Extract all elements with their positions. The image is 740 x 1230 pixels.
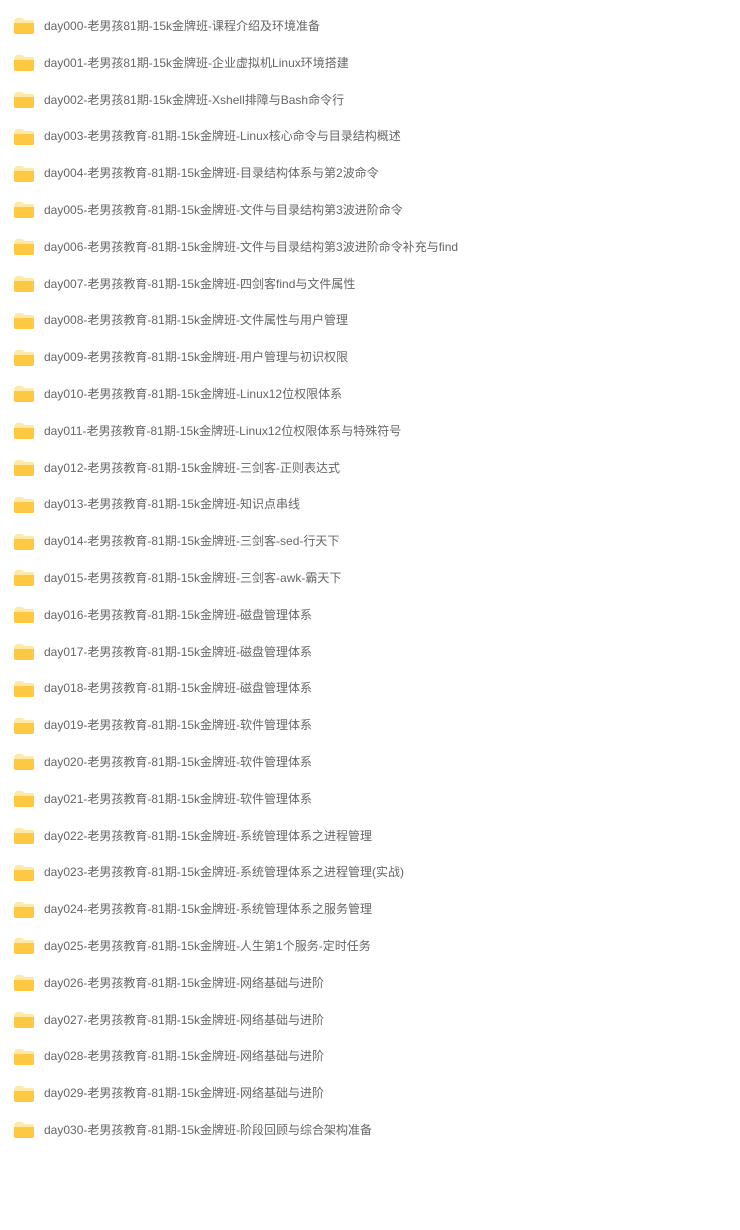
folder-icon [14,865,34,881]
folder-icon [14,828,34,844]
folder-icon [14,313,34,329]
folder-list: day000-老男孩81期-15k金牌班-课程介绍及环境准备 day001-老男孩… [0,8,740,1149]
folder-item[interactable]: day023-老男孩教育-81期-15k金牌班-系统管理体系之进程管理(实战) [0,854,740,891]
folder-label: day024-老男孩教育-81期-15k金牌班-系统管理体系之服务管理 [44,901,372,918]
folder-icon [14,202,34,218]
folder-icon [14,460,34,476]
folder-icon [14,276,34,292]
folder-icon [14,239,34,255]
folder-item[interactable]: day029-老男孩教育-81期-15k金牌班-网络基础与进阶 [0,1075,740,1112]
folder-item[interactable]: day005-老男孩教育-81期-15k金牌班-文件与目录结构第3波进阶命令 [0,192,740,229]
folder-label: day004-老男孩教育-81期-15k金牌班-目录结构体系与第2波命令 [44,165,379,182]
folder-item[interactable]: day026-老男孩教育-81期-15k金牌班-网络基础与进阶 [0,965,740,1002]
folder-label: day023-老男孩教育-81期-15k金牌班-系统管理体系之进程管理(实战) [44,864,404,881]
folder-label: day009-老男孩教育-81期-15k金牌班-用户管理与初识权限 [44,349,348,366]
folder-icon [14,497,34,513]
folder-icon [14,350,34,366]
folder-item[interactable]: day004-老男孩教育-81期-15k金牌班-目录结构体系与第2波命令 [0,155,740,192]
folder-label: day007-老男孩教育-81期-15k金牌班-四剑客find与文件属性 [44,276,355,293]
folder-item[interactable]: day013-老男孩教育-81期-15k金牌班-知识点串线 [0,486,740,523]
folder-item[interactable]: day017-老男孩教育-81期-15k金牌班-磁盘管理体系 [0,634,740,671]
folder-label: day010-老男孩教育-81期-15k金牌班-Linux12位权限体系 [44,386,342,403]
folder-item[interactable]: day020-老男孩教育-81期-15k金牌班-软件管理体系 [0,744,740,781]
folder-item[interactable]: day022-老男孩教育-81期-15k金牌班-系统管理体系之进程管理 [0,818,740,855]
folder-icon [14,1049,34,1065]
folder-icon [14,938,34,954]
folder-item[interactable]: day000-老男孩81期-15k金牌班-课程介绍及环境准备 [0,8,740,45]
folder-icon [14,423,34,439]
folder-item[interactable]: day010-老男孩教育-81期-15k金牌班-Linux12位权限体系 [0,376,740,413]
folder-item[interactable]: day007-老男孩教育-81期-15k金牌班-四剑客find与文件属性 [0,266,740,303]
folder-label: day008-老男孩教育-81期-15k金牌班-文件属性与用户管理 [44,312,348,329]
folder-label: day017-老男孩教育-81期-15k金牌班-磁盘管理体系 [44,644,312,661]
folder-label: day025-老男孩教育-81期-15k金牌班-人生第1个服务-定时任务 [44,938,371,955]
folder-icon [14,386,34,402]
folder-item[interactable]: day024-老男孩教育-81期-15k金牌班-系统管理体系之服务管理 [0,891,740,928]
folder-item[interactable]: day021-老男孩教育-81期-15k金牌班-软件管理体系 [0,781,740,818]
folder-item[interactable]: day030-老男孩教育-81期-15k金牌班-阶段回顾与综合架构准备 [0,1112,740,1149]
folder-label: day006-老男孩教育-81期-15k金牌班-文件与目录结构第3波进阶命令补充… [44,239,458,256]
folder-item[interactable]: day003-老男孩教育-81期-15k金牌班-Linux核心命令与目录结构概述 [0,118,740,155]
folder-icon [14,55,34,71]
folder-label: day015-老男孩教育-81期-15k金牌班-三剑客-awk-霸天下 [44,570,341,587]
folder-label: day019-老男孩教育-81期-15k金牌班-软件管理体系 [44,717,312,734]
folder-label: day016-老男孩教育-81期-15k金牌班-磁盘管理体系 [44,607,312,624]
folder-item[interactable]: day025-老男孩教育-81期-15k金牌班-人生第1个服务-定时任务 [0,928,740,965]
folder-item[interactable]: day001-老男孩81期-15k金牌班-企业虚拟机Linux环境搭建 [0,45,740,82]
folder-label: day002-老男孩81期-15k金牌班-Xshell排障与Bash命令行 [44,92,344,109]
folder-label: day011-老男孩教育-81期-15k金牌班-Linux12位权限体系与特殊符… [44,423,401,440]
folder-icon [14,534,34,550]
folder-icon [14,902,34,918]
folder-item[interactable]: day012-老男孩教育-81期-15k金牌班-三剑客-正则表达式 [0,450,740,487]
folder-label: day000-老男孩81期-15k金牌班-课程介绍及环境准备 [44,18,320,35]
folder-icon [14,1122,34,1138]
folder-label: day012-老男孩教育-81期-15k金牌班-三剑客-正则表达式 [44,460,340,477]
folder-item[interactable]: day002-老男孩81期-15k金牌班-Xshell排障与Bash命令行 [0,82,740,119]
folder-icon [14,607,34,623]
folder-label: day018-老男孩教育-81期-15k金牌班-磁盘管理体系 [44,680,312,697]
folder-label: day030-老男孩教育-81期-15k金牌班-阶段回顾与综合架构准备 [44,1122,372,1139]
folder-item[interactable]: day008-老男孩教育-81期-15k金牌班-文件属性与用户管理 [0,302,740,339]
folder-icon [14,754,34,770]
folder-label: day022-老男孩教育-81期-15k金牌班-系统管理体系之进程管理 [44,828,372,845]
folder-item[interactable]: day015-老男孩教育-81期-15k金牌班-三剑客-awk-霸天下 [0,560,740,597]
folder-label: day020-老男孩教育-81期-15k金牌班-软件管理体系 [44,754,312,771]
folder-icon [14,1012,34,1028]
folder-label: day021-老男孩教育-81期-15k金牌班-软件管理体系 [44,791,312,808]
folder-label: day028-老男孩教育-81期-15k金牌班-网络基础与进阶 [44,1048,324,1065]
folder-label: day003-老男孩教育-81期-15k金牌班-Linux核心命令与目录结构概述 [44,128,401,145]
folder-label: day026-老男孩教育-81期-15k金牌班-网络基础与进阶 [44,975,324,992]
folder-label: day029-老男孩教育-81期-15k金牌班-网络基础与进阶 [44,1085,324,1102]
folder-label: day001-老男孩81期-15k金牌班-企业虚拟机Linux环境搭建 [44,55,349,72]
folder-item[interactable]: day019-老男孩教育-81期-15k金牌班-软件管理体系 [0,707,740,744]
folder-icon [14,129,34,145]
folder-icon [14,718,34,734]
folder-item[interactable]: day027-老男孩教育-81期-15k金牌班-网络基础与进阶 [0,1002,740,1039]
folder-label: day027-老男孩教育-81期-15k金牌班-网络基础与进阶 [44,1012,324,1029]
folder-icon [14,644,34,660]
folder-item[interactable]: day009-老男孩教育-81期-15k金牌班-用户管理与初识权限 [0,339,740,376]
folder-icon [14,791,34,807]
folder-icon [14,166,34,182]
folder-label: day014-老男孩教育-81期-15k金牌班-三剑客-sed-行天下 [44,533,339,550]
folder-item[interactable]: day011-老男孩教育-81期-15k金牌班-Linux12位权限体系与特殊符… [0,413,740,450]
folder-icon [14,570,34,586]
folder-label: day005-老男孩教育-81期-15k金牌班-文件与目录结构第3波进阶命令 [44,202,403,219]
folder-item[interactable]: day014-老男孩教育-81期-15k金牌班-三剑客-sed-行天下 [0,523,740,560]
folder-item[interactable]: day016-老男孩教育-81期-15k金牌班-磁盘管理体系 [0,597,740,634]
folder-icon [14,681,34,697]
folder-icon [14,92,34,108]
folder-item[interactable]: day018-老男孩教育-81期-15k金牌班-磁盘管理体系 [0,670,740,707]
folder-label: day013-老男孩教育-81期-15k金牌班-知识点串线 [44,496,300,513]
folder-item[interactable]: day028-老男孩教育-81期-15k金牌班-网络基础与进阶 [0,1038,740,1075]
folder-item[interactable]: day006-老男孩教育-81期-15k金牌班-文件与目录结构第3波进阶命令补充… [0,229,740,266]
folder-icon [14,18,34,34]
folder-icon [14,1086,34,1102]
folder-icon [14,975,34,991]
